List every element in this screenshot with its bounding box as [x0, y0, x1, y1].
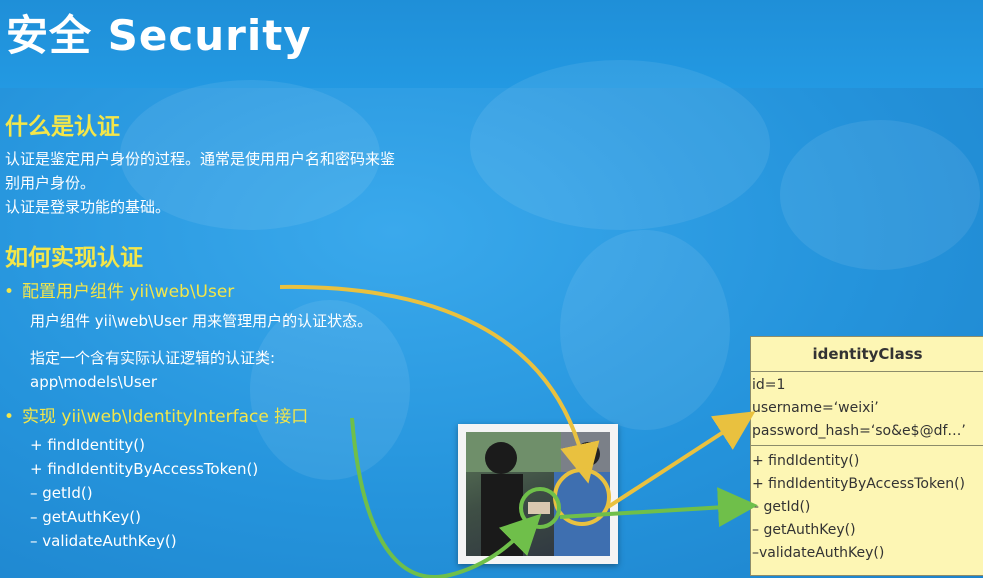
green-arrow-to-photo — [350, 417, 542, 578]
green-highlight-circle — [519, 487, 561, 529]
green-arrow-to-uml — [559, 487, 758, 528]
yellow-arrow-to-uml — [606, 411, 756, 509]
annotation-arrows — [279, 284, 758, 578]
yellow-arrow-to-photo — [279, 284, 600, 484]
